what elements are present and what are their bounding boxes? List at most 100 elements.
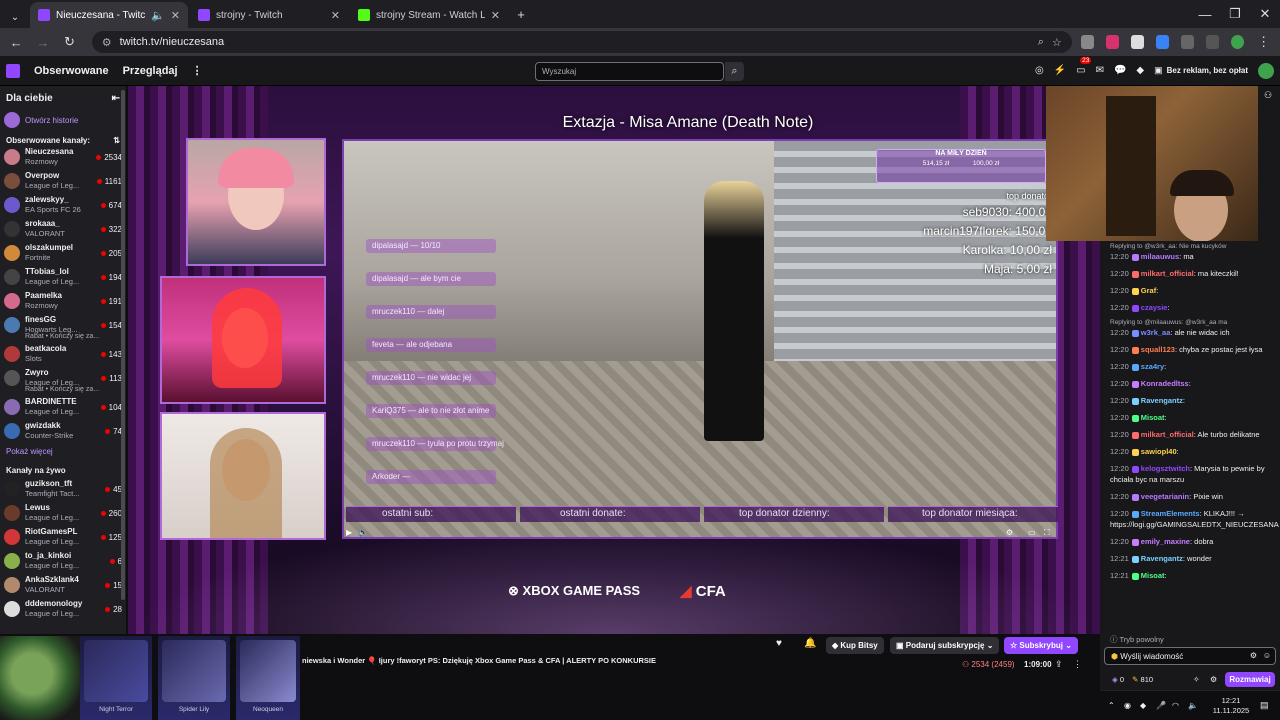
extension-icon[interactable] bbox=[1156, 35, 1170, 49]
sort-icon[interactable]: ⇅ bbox=[113, 136, 120, 145]
chat-username[interactable]: Konradedltss bbox=[1141, 379, 1189, 388]
wifi-icon[interactable]: ◠ bbox=[1172, 701, 1179, 710]
twitch-logo-icon[interactable] bbox=[6, 63, 20, 78]
sidebar-channel[interactable]: srokaaa_ VALORANT 322 bbox=[0, 217, 126, 241]
chat-username[interactable]: milkart_official bbox=[1141, 430, 1194, 439]
sidebar-channel[interactable]: beatkacola Slots 143 bbox=[0, 342, 126, 366]
inbox-icon[interactable]: ▭ 23 bbox=[1076, 57, 1092, 76]
maximize-icon[interactable]: ❐ bbox=[1220, 6, 1250, 22]
chat-username[interactable]: Ravengantz bbox=[1141, 554, 1183, 563]
drops-icon[interactable]: ⚡ bbox=[1054, 65, 1066, 76]
chat-username[interactable]: Misoat bbox=[1141, 413, 1165, 422]
chat-message[interactable]: 12:21 Misoat: bbox=[1100, 570, 1280, 581]
zoom-icon[interactable]: ⌕ bbox=[1038, 36, 1044, 49]
stream-player[interactable]: Extazja - Misa Amane (Death Note) dipala… bbox=[128, 86, 1100, 634]
chat-message[interactable]: 12:21 Ravengantz: wonder bbox=[1100, 553, 1280, 564]
minimize-icon[interactable]: — bbox=[1190, 7, 1220, 22]
mute-tab-icon[interactable]: 🔈 bbox=[151, 9, 165, 22]
chat-username[interactable]: w3rk_aa bbox=[1141, 328, 1171, 337]
chat-message[interactable]: 12:20 kelogsztwitch: Marysia to pewnie by… bbox=[1100, 463, 1280, 485]
tray-app-icon[interactable]: ◉ bbox=[1124, 701, 1131, 710]
chat-username[interactable]: sza4ry bbox=[1141, 362, 1164, 371]
close-tab-icon[interactable]: ✕ bbox=[491, 9, 500, 22]
chat-message[interactable]: 12:20 czaysie: bbox=[1100, 302, 1280, 313]
chat-send-button[interactable]: Rozmawiaj bbox=[1225, 672, 1275, 687]
whispers-icon[interactable]: 💬 bbox=[1114, 65, 1126, 76]
reading-list-icon[interactable] bbox=[1206, 35, 1220, 49]
chat-username[interactable]: veegetarianin bbox=[1141, 492, 1189, 501]
chat-message[interactable]: 12:20 milkart_official: Ale turbo delikat… bbox=[1100, 429, 1280, 440]
profile-avatar-icon[interactable] bbox=[1231, 35, 1245, 49]
speaker-icon[interactable]: 🔈 bbox=[1188, 701, 1198, 710]
gear-icon[interactable]: ⚙ bbox=[1210, 675, 1217, 684]
extensions-puzzle-icon[interactable] bbox=[1181, 35, 1195, 49]
collapse-sidebar-icon[interactable]: ⇤ bbox=[112, 93, 120, 104]
nav-browse[interactable]: Przeglądaj bbox=[123, 65, 178, 77]
notification-bell-icon[interactable]: 🔔 bbox=[804, 638, 816, 649]
chat-username[interactable]: kelogsztwitch bbox=[1141, 464, 1190, 473]
browser-menu-icon[interactable]: ⋮ bbox=[1253, 34, 1274, 50]
chat-settings-icon[interactable]: ✧ bbox=[1193, 675, 1200, 684]
chat-message[interactable]: 12:20 Graf: bbox=[1100, 285, 1280, 296]
chat-username[interactable]: Graf bbox=[1141, 286, 1156, 295]
tab-kick-strojny[interactable]: strojny Stream - Watch Live on ✕ bbox=[350, 2, 508, 28]
chat-username[interactable]: StreamElements bbox=[1141, 509, 1200, 518]
sidebar-channel[interactable]: Lewus League of Leg... 260 bbox=[0, 501, 126, 525]
share-icon[interactable]: ⇪ bbox=[1055, 659, 1063, 670]
tab-strojny[interactable]: strojny - Twitch ✕ bbox=[190, 2, 348, 28]
prime-icon[interactable]: ◎ bbox=[1035, 65, 1044, 76]
fullscreen-icon[interactable]: ⛶ bbox=[1044, 528, 1050, 538]
extension-icon[interactable] bbox=[1130, 35, 1145, 49]
sidebar-channel[interactable]: dddemonology League of Leg... 28 bbox=[0, 597, 126, 621]
chat-username[interactable]: sawiopl40 bbox=[1141, 447, 1177, 456]
sidebar-channel[interactable]: Overpow League of Leg... 1161 bbox=[0, 169, 126, 193]
mic-icon[interactable]: 🎤 bbox=[1156, 701, 1166, 710]
user-avatar[interactable] bbox=[1258, 62, 1274, 79]
clock[interactable]: 12:21 11.11.2025 bbox=[1206, 696, 1256, 716]
chat-message[interactable]: 12:20 milaauwus: ma bbox=[1100, 251, 1280, 262]
extension-icon[interactable] bbox=[1105, 35, 1119, 49]
show-more-link[interactable]: Pokaż więcej bbox=[0, 443, 126, 464]
nav-more-icon[interactable]: ⋮ bbox=[192, 64, 203, 77]
tab-search-icon[interactable]: ⌄ bbox=[4, 12, 26, 23]
search-input[interactable]: Wyszukaj bbox=[535, 62, 724, 81]
tab-nieuczesana[interactable]: Nieuczesana - Twitch 🔈 ✕ bbox=[30, 2, 188, 28]
sidebar-scrollbar[interactable] bbox=[121, 90, 125, 600]
crown-icon[interactable]: ◆ bbox=[1136, 65, 1144, 76]
chat-message[interactable]: 12:20 Ravengantz: bbox=[1100, 395, 1280, 406]
sidebar-channel[interactable]: TTobias_lol League of Leg... 194 bbox=[0, 265, 126, 289]
buy-bits-button[interactable]: ◆ Kup Bitsy bbox=[826, 637, 884, 654]
chat-message[interactable]: 12:20 w3rk_aa: ale nie widac ich bbox=[1100, 327, 1280, 338]
chat-input[interactable]: ⬢ Wyślij wiadomość ⚙ ☺ bbox=[1104, 647, 1276, 665]
chat-message[interactable]: 12:20 Konradedltss: bbox=[1100, 378, 1280, 389]
sidebar-channel[interactable]: olszakumpel Fortnite 205 bbox=[0, 241, 126, 265]
chat-message[interactable]: 12:20 sawiopl40: bbox=[1100, 446, 1280, 457]
network-icon[interactable]: ◆ bbox=[1140, 701, 1146, 710]
sidebar-channel[interactable]: RiotGamesPL League of Leg... 125 bbox=[0, 525, 126, 549]
adfree-label[interactable]: Bez reklam, bez opłat bbox=[1167, 66, 1248, 75]
nav-following[interactable]: Obserwowane bbox=[34, 65, 109, 77]
play-icon[interactable]: ▶ bbox=[346, 528, 352, 537]
sidebar-channel[interactable]: guzikson_tft Teamfight Tact... 45 bbox=[0, 477, 126, 501]
chat-message[interactable]: 12:20 squall123: chyba ze postac jest łys… bbox=[1100, 344, 1280, 355]
url-field[interactable]: ⚙ twitch.tv/nieuczesana ⌕ ☆ bbox=[91, 31, 1072, 53]
settings-icon[interactable]: ⚙ bbox=[1006, 528, 1013, 537]
notifications-icon[interactable]: ▤ bbox=[1260, 700, 1269, 711]
mail-icon[interactable]: ✉ bbox=[1096, 65, 1104, 76]
chat-message[interactable]: 12:20 veegetarianin: Pixie win bbox=[1100, 491, 1280, 502]
channel-points[interactable]: ◈ 0 ✎ 810 bbox=[1112, 675, 1153, 684]
emote-picker-icon[interactable]: ⚙ bbox=[1250, 651, 1257, 660]
back-icon[interactable]: ← bbox=[6, 35, 27, 50]
sidebar-channel[interactable]: Nieuczesana Rozmowy 2534 bbox=[0, 145, 126, 169]
follow-heart-icon[interactable]: ♥ bbox=[776, 638, 782, 649]
close-tab-icon[interactable]: ✕ bbox=[171, 9, 180, 22]
chat-username[interactable]: Misoat bbox=[1141, 571, 1165, 580]
subscribe-button[interactable]: ☆ Subskrybuj ⌄ bbox=[1004, 637, 1078, 654]
chat-username[interactable]: czaysie bbox=[1141, 303, 1168, 312]
history-link[interactable]: Otwórz historie bbox=[0, 108, 126, 132]
chat-users-icon[interactable]: ⚇ bbox=[1264, 90, 1272, 101]
chat-username[interactable]: squall123 bbox=[1141, 345, 1175, 354]
chat-message[interactable]: 12:20 sza4ry: bbox=[1100, 361, 1280, 372]
close-window-icon[interactable]: ✕ bbox=[1250, 6, 1280, 22]
chat-username[interactable]: milaauwus bbox=[1141, 252, 1179, 261]
